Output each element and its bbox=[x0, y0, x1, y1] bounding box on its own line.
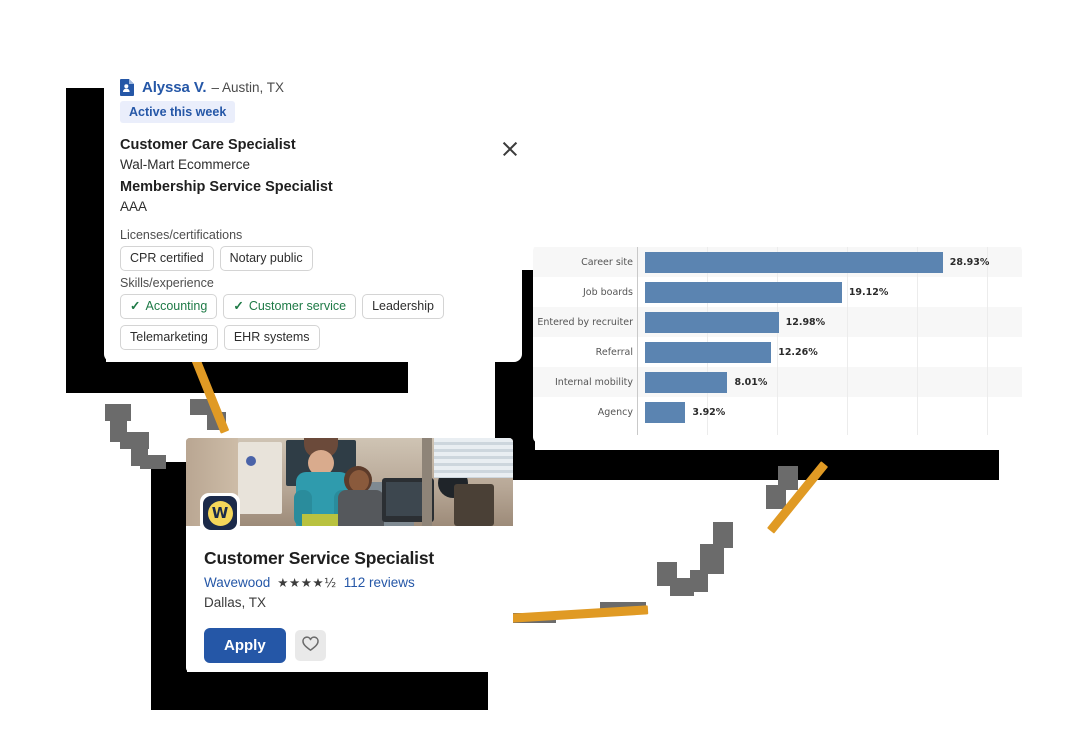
chart-category-label: Career site bbox=[581, 256, 633, 268]
status-badge: Active this week bbox=[120, 101, 236, 123]
chart-bar-row: Career site 28.93% bbox=[533, 247, 1022, 277]
skills-chip-label: Leadership bbox=[372, 299, 434, 313]
shadow-block-profile-bottom bbox=[66, 362, 408, 393]
star-rating: ★★★★½ bbox=[277, 575, 337, 590]
check-icon: ✓ bbox=[233, 299, 244, 313]
chart-bar bbox=[645, 401, 686, 423]
company-logo: W bbox=[200, 493, 240, 533]
logo-inner: W bbox=[203, 496, 237, 530]
pixel-accent-l bbox=[713, 522, 733, 548]
shadow-block-job-bottom bbox=[151, 672, 488, 710]
job-posting-card: W Customer Service Specialist Wavewood ★… bbox=[186, 438, 513, 672]
chart-bar bbox=[645, 311, 779, 333]
job-location: Dallas, TX bbox=[204, 595, 267, 610]
skills-chip[interactable]: EHR systems bbox=[223, 325, 320, 350]
bar-chart: Career site 28.93% Job boards 19.12% Entered… bbox=[533, 245, 1022, 443]
company-name-link[interactable]: Wavewood bbox=[204, 575, 270, 590]
candidate-location: – Austin, TX bbox=[211, 79, 284, 95]
candidate-profile-card: Alyssa V. – Austin, TX Active this week … bbox=[104, 66, 522, 362]
chart-value-label: 28.93% bbox=[949, 256, 990, 268]
job-title: Customer Service Specialist bbox=[204, 548, 434, 568]
chart-bar bbox=[645, 281, 842, 303]
skills-chip-label: Customer service bbox=[248, 299, 347, 313]
apply-button[interactable]: Apply bbox=[204, 628, 286, 663]
job-details: Customer Service Specialist Wavewood ★★★… bbox=[204, 548, 501, 663]
close-icon[interactable] bbox=[501, 140, 519, 158]
skills-chip[interactable]: Telemarketing bbox=[120, 325, 218, 350]
sources-of-hire-chart-card: Career site 28.93% Job boards 19.12% Entered… bbox=[533, 245, 1022, 443]
licenses-chip[interactable]: CPR certified bbox=[120, 246, 214, 271]
chart-value-label: 19.12% bbox=[848, 286, 889, 298]
chart-bar-row: Job boards 19.12% bbox=[533, 277, 1022, 307]
chart-value-label: 12.26% bbox=[778, 346, 818, 358]
skills-chip[interactable]: ✓ Customer service bbox=[223, 294, 357, 319]
chart-bar-row: Agency 3.92% bbox=[533, 397, 1022, 427]
pixel-accent-k bbox=[700, 544, 724, 574]
collage-stage: Alyssa V. – Austin, TX Active this week … bbox=[0, 0, 1076, 744]
shadow-block-profile-left bbox=[66, 88, 106, 393]
skills-chip-label: EHR systems bbox=[233, 330, 310, 344]
chart-value-label: 3.92% bbox=[692, 406, 726, 418]
job-actions: Apply bbox=[204, 628, 501, 663]
chart-category-label: Agency bbox=[597, 406, 633, 418]
chart-value-label: 12.98% bbox=[785, 316, 826, 328]
skills-chip-label: Accounting bbox=[145, 299, 208, 313]
save-job-button[interactable] bbox=[294, 630, 326, 661]
chart-value-label: 8.01% bbox=[734, 376, 768, 388]
skills-chip[interactable]: Leadership bbox=[362, 294, 444, 319]
arrow-stroke-baseline bbox=[506, 605, 649, 623]
skills-section-label: Skills/experience bbox=[120, 276, 214, 290]
experience-employer: AAA bbox=[120, 199, 148, 214]
licenses-section-label: Licenses/certifications bbox=[120, 228, 243, 242]
heart-outline-icon bbox=[301, 636, 319, 655]
experience-item-1: Membership Service Specialist AAA bbox=[120, 178, 333, 216]
chart-bar bbox=[645, 341, 772, 363]
licenses-chip-label: Notary public bbox=[229, 251, 303, 265]
chart-category-label: Entered by recruiter bbox=[537, 316, 633, 328]
resume-document-icon bbox=[120, 78, 135, 96]
pixel-accent-n bbox=[778, 466, 798, 490]
experience-title: Membership Service Specialist bbox=[120, 179, 333, 195]
logo-letter: W bbox=[207, 500, 233, 526]
licenses-chip-label: CPR certified bbox=[130, 251, 204, 265]
profile-header: Alyssa V. – Austin, TX bbox=[104, 66, 522, 96]
pixel-accent-e bbox=[140, 455, 166, 469]
chart-bar bbox=[645, 371, 728, 393]
chart-bar-row: Internal mobility 8.01% bbox=[533, 367, 1022, 397]
chart-bar-row: Referral 12.26% bbox=[533, 337, 1022, 367]
licenses-chip-row: CPR certified Notary public bbox=[120, 246, 313, 271]
check-icon: ✓ bbox=[130, 299, 141, 313]
skills-chip-label: Telemarketing bbox=[130, 330, 208, 344]
experience-item-0: Customer Care Specialist Wal-Mart Ecomme… bbox=[120, 136, 296, 174]
reviews-link[interactable]: 112 reviews bbox=[344, 575, 415, 590]
licenses-chip[interactable]: Notary public bbox=[219, 246, 313, 271]
chart-category-label: Job boards bbox=[582, 286, 633, 298]
skills-chip[interactable]: ✓ Accounting bbox=[120, 294, 218, 319]
experience-employer: Wal-Mart Ecommerce bbox=[120, 157, 251, 172]
job-company-rating: Wavewood ★★★★½ 112 reviews bbox=[204, 575, 501, 590]
skills-chip-row: ✓ Accounting ✓ Customer service Leadership Te… bbox=[120, 294, 510, 350]
experience-title: Customer Care Specialist bbox=[120, 137, 296, 153]
candidate-name: Alyssa V. bbox=[142, 78, 207, 96]
chart-category-label: Referral bbox=[595, 346, 633, 358]
shadow-block-chart-bottom bbox=[495, 450, 999, 480]
chart-bar-row: Entered by recruiter 12.98% bbox=[533, 307, 1022, 337]
chart-bar bbox=[645, 251, 943, 273]
chart-category-label: Internal mobility bbox=[555, 376, 633, 388]
